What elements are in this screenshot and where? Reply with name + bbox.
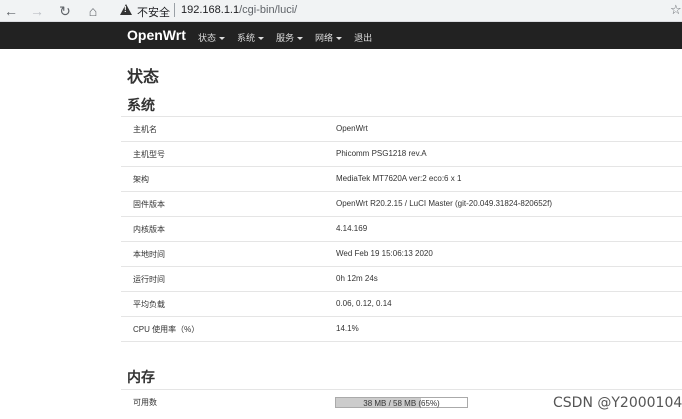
menu-system[interactable]: 系统: [237, 31, 265, 44]
watermark: CSDN @Y2000104: [553, 395, 682, 411]
caret-down-icon: [336, 37, 343, 41]
section-title-system: 系统: [127, 97, 155, 113]
table-bottom-divider: [121, 341, 682, 342]
home-icon[interactable]: ⌂: [84, 2, 102, 20]
table-row: 固件版本 OpenWrt R20.2.15 / LuCI Master (git…: [121, 191, 682, 216]
url-path: /cgi-bin/luci/: [239, 4, 298, 16]
main-menu: 状态 系统 服务 网络 退出: [198, 31, 372, 44]
memory-progress-text: 38 MB / 58 MB (65%): [363, 399, 440, 408]
row-label: CPU 使用率（%）: [133, 325, 200, 334]
table-row: 内核版本 4.14.169: [121, 216, 682, 241]
warning-triangle-icon[interactable]: [120, 4, 132, 15]
row-label: 固件版本: [133, 200, 165, 209]
row-label: 主机名: [133, 125, 157, 134]
row-value: MediaTek MT7620A ver:2 eco:6 x 1: [336, 174, 462, 183]
row-label: 平均负载: [133, 300, 165, 309]
openwrt-navbar: OpenWrt 状态 系统 服务 网络 退出: [0, 22, 682, 49]
browser-toolbar: ← → ↻ ⌂ 不安全 192.168.1.1/cgi-bin/luci/ ☆: [0, 0, 682, 22]
menu-network[interactable]: 网络: [315, 31, 343, 44]
row-label: 本地时间: [133, 250, 165, 259]
row-value: 0h 12m 24s: [336, 274, 378, 283]
table-row: 平均负载 0.06, 0.12, 0.14: [121, 291, 682, 316]
row-label: 内核版本: [133, 225, 165, 234]
row-label: 架构: [133, 175, 149, 184]
reload-icon[interactable]: ↻: [56, 2, 74, 20]
insecure-label[interactable]: 不安全: [137, 4, 170, 20]
caret-down-icon: [219, 37, 226, 41]
table-row: CPU 使用率（%） 14.1%: [121, 316, 682, 341]
row-label: 可用数: [133, 398, 157, 407]
brand-logo[interactable]: OpenWrt: [127, 27, 186, 43]
memory-progress-bar: 38 MB / 58 MB (65%): [335, 397, 468, 408]
table-row: 架构 MediaTek MT7620A ver:2 eco:6 x 1: [121, 166, 682, 191]
address-bar[interactable]: 不安全 192.168.1.1/cgi-bin/luci/: [112, 1, 672, 21]
caret-down-icon: [258, 37, 265, 41]
menu-logout[interactable]: 退出: [354, 31, 372, 44]
url-host: 192.168.1.1: [181, 4, 240, 16]
menu-services[interactable]: 服务: [276, 31, 304, 44]
row-value: Wed Feb 19 15:06:13 2020: [336, 249, 433, 258]
arrow-left-icon[interactable]: ←: [2, 2, 20, 20]
table-row: 运行时间 0h 12m 24s: [121, 266, 682, 291]
menu-status[interactable]: 状态: [198, 31, 226, 44]
row-label: 主机型号: [133, 150, 165, 159]
row-value: 4.14.169: [336, 224, 368, 233]
table-row: 本地时间 Wed Feb 19 15:06:13 2020: [121, 241, 682, 266]
row-value: OpenWrt R20.2.15 / LuCI Master (git-20.0…: [336, 199, 552, 208]
url-text[interactable]: 192.168.1.1/cgi-bin/luci/: [181, 4, 297, 16]
row-value: 14.1%: [336, 324, 359, 333]
table-row: 主机型号 Phicomm PSG1218 rev.A: [121, 141, 682, 166]
caret-down-icon: [297, 37, 304, 41]
bookmark-star-icon[interactable]: ☆: [670, 2, 682, 18]
row-label: 运行时间: [133, 275, 165, 284]
arrow-right-icon[interactable]: →: [28, 2, 46, 20]
table-row: 主机名 OpenWrt: [121, 116, 682, 141]
address-separator: [174, 3, 175, 17]
row-value: OpenWrt: [336, 124, 368, 133]
page-title: 状态: [127, 69, 160, 86]
row-value: 0.06, 0.12, 0.14: [336, 299, 392, 308]
row-value: Phicomm PSG1218 rev.A: [336, 149, 427, 158]
section-title-memory: 内存: [127, 369, 155, 385]
